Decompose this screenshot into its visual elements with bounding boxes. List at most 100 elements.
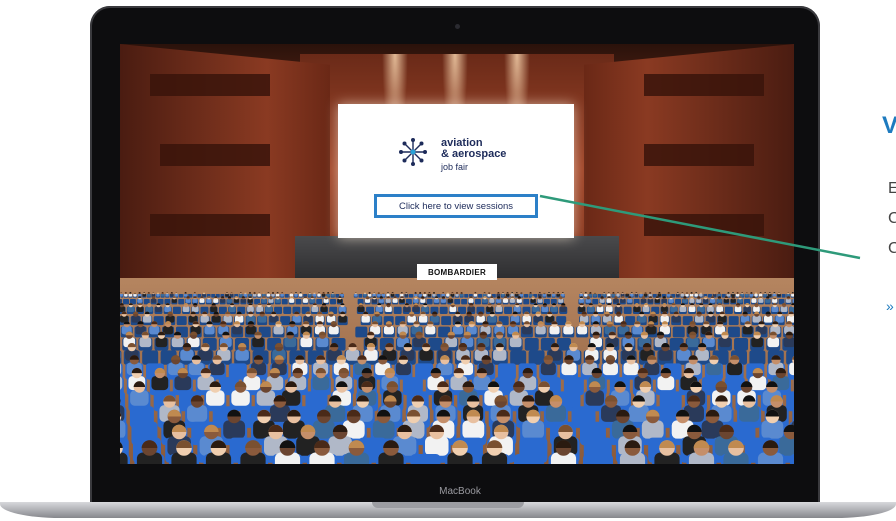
attendee-hair — [460, 292, 463, 294]
attendee-hair — [248, 292, 252, 294]
attendee-hair — [635, 292, 638, 294]
attendee-hair — [442, 292, 445, 294]
attendee-hair — [593, 292, 597, 294]
attendee-hair — [639, 292, 643, 294]
attendee-hair — [327, 292, 330, 294]
seat — [504, 306, 513, 314]
attendee-hair — [699, 292, 702, 294]
virtual-auditorium: aviation & aerospace job fair Click here… — [120, 44, 794, 464]
seat — [781, 294, 786, 298]
attendee-hair — [501, 292, 505, 294]
attendee-hair — [354, 292, 357, 294]
attendee-hair — [230, 292, 233, 294]
seat — [281, 299, 288, 305]
seat — [355, 326, 368, 338]
attendee-hair — [497, 292, 500, 294]
seat — [120, 350, 122, 365]
attendee-hair — [750, 292, 753, 294]
attendee-hair — [777, 292, 781, 294]
seat — [556, 316, 567, 326]
attendee-hair — [557, 292, 560, 294]
seat — [524, 294, 528, 298]
seat — [728, 316, 739, 326]
attendee-hair — [262, 292, 265, 294]
attendee-hair — [649, 292, 652, 294]
seat — [724, 306, 733, 314]
seat — [523, 299, 530, 305]
seat — [280, 316, 291, 326]
seat — [176, 316, 187, 326]
attendee-hair — [225, 292, 229, 294]
seat — [441, 316, 452, 326]
attendee-hair — [271, 292, 275, 294]
attendee-hair — [727, 292, 730, 294]
attendee-hair — [561, 292, 564, 294]
attendee-body — [120, 420, 126, 439]
attendee-hair — [170, 292, 173, 294]
attendee-hair — [363, 292, 367, 294]
seat — [727, 326, 740, 338]
attendee-hair — [133, 292, 137, 294]
laptop-notch — [372, 502, 524, 508]
attendee-hair — [124, 292, 127, 294]
attendee-hair — [451, 292, 454, 294]
attendee-hair — [580, 292, 583, 294]
attendee-hair — [488, 292, 491, 294]
seat — [142, 350, 159, 365]
seat — [514, 454, 544, 464]
seat — [316, 299, 323, 305]
attendee-hair — [768, 292, 771, 294]
attendee-body — [791, 293, 794, 297]
attendee-hair — [626, 292, 629, 294]
attendee-hair — [741, 292, 744, 294]
attendee-hair — [511, 292, 514, 294]
side-text-line: E — [888, 180, 896, 197]
attendee-hair — [193, 292, 196, 294]
seat — [510, 350, 527, 365]
seat — [439, 306, 448, 314]
attendee-hair — [258, 292, 261, 294]
seat — [592, 299, 599, 305]
attendee-body — [789, 362, 794, 376]
seat — [410, 454, 441, 464]
side-heading: V — [882, 112, 896, 139]
side-read-more-link[interactable]: » — [886, 298, 894, 314]
attendee-body — [120, 298, 122, 303]
seat — [178, 299, 185, 305]
attendee-hair — [621, 292, 624, 294]
attendee-hair — [331, 292, 334, 294]
attendee-hair — [455, 292, 459, 294]
seat — [295, 299, 302, 305]
attendee-hair — [759, 292, 762, 294]
seat — [428, 338, 443, 351]
attendee-hair — [428, 292, 431, 294]
seat — [179, 294, 183, 298]
attendee-hair — [400, 292, 403, 294]
attendee-hair — [731, 292, 735, 294]
camera-dot — [455, 24, 460, 29]
seat — [474, 299, 481, 305]
attendee-hair — [391, 292, 394, 294]
seat — [672, 326, 685, 338]
attendee-hair — [382, 292, 385, 294]
attendee-hair — [616, 292, 620, 294]
seat — [464, 294, 469, 298]
attendee-hair — [152, 292, 155, 294]
attendee-hair — [239, 292, 242, 294]
seat — [749, 350, 766, 365]
side-text-line: C — [888, 240, 896, 257]
attendee-hair — [368, 292, 371, 294]
attendee-hair — [791, 292, 794, 294]
attendee-hair — [612, 292, 615, 294]
attendee-hair — [506, 292, 509, 294]
attendee-hair — [419, 292, 422, 294]
attendee-hair — [695, 292, 698, 294]
attendee-hair — [644, 292, 647, 294]
attendee-hair — [603, 292, 606, 294]
attendee-hair — [515, 292, 518, 294]
attendee-hair — [543, 292, 546, 294]
seat — [461, 299, 468, 305]
attendee-hair — [405, 292, 408, 294]
seat — [528, 350, 545, 365]
attendee-hair — [138, 292, 141, 294]
